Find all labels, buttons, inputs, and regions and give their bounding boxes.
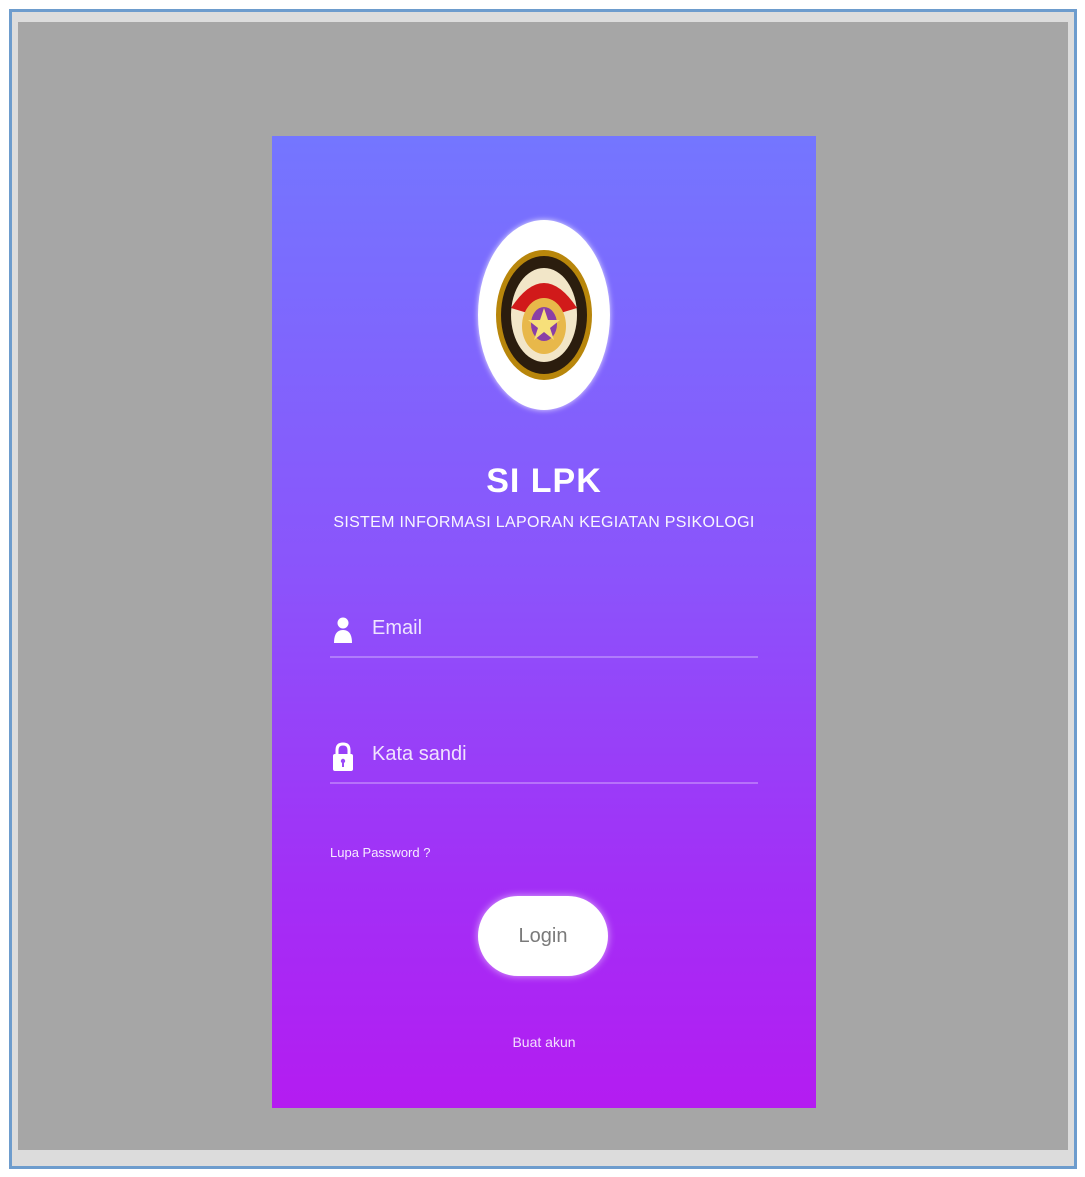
logo xyxy=(478,220,610,410)
login-screen: SI LPK SISTEM INFORMASI LAPORAN KEGIATAN… xyxy=(272,136,816,1108)
password-field[interactable]: Kata sandi xyxy=(330,734,758,784)
app-title: SI LPK xyxy=(486,462,602,500)
email-field[interactable]: Email xyxy=(330,608,758,658)
create-account-link[interactable]: Buat akun xyxy=(272,1034,816,1050)
emblem-logo-icon xyxy=(496,250,592,380)
password-placeholder: Kata sandi xyxy=(372,743,467,765)
login-button[interactable]: Login xyxy=(478,896,608,976)
forgot-password-link[interactable]: Lupa Password ? xyxy=(330,845,430,860)
email-placeholder: Email xyxy=(372,617,423,639)
app-subtitle: SISTEM INFORMASI LAPORAN KEGIATAN PSIKOL… xyxy=(333,514,755,531)
lock-icon xyxy=(332,742,354,777)
user-icon xyxy=(332,616,354,649)
